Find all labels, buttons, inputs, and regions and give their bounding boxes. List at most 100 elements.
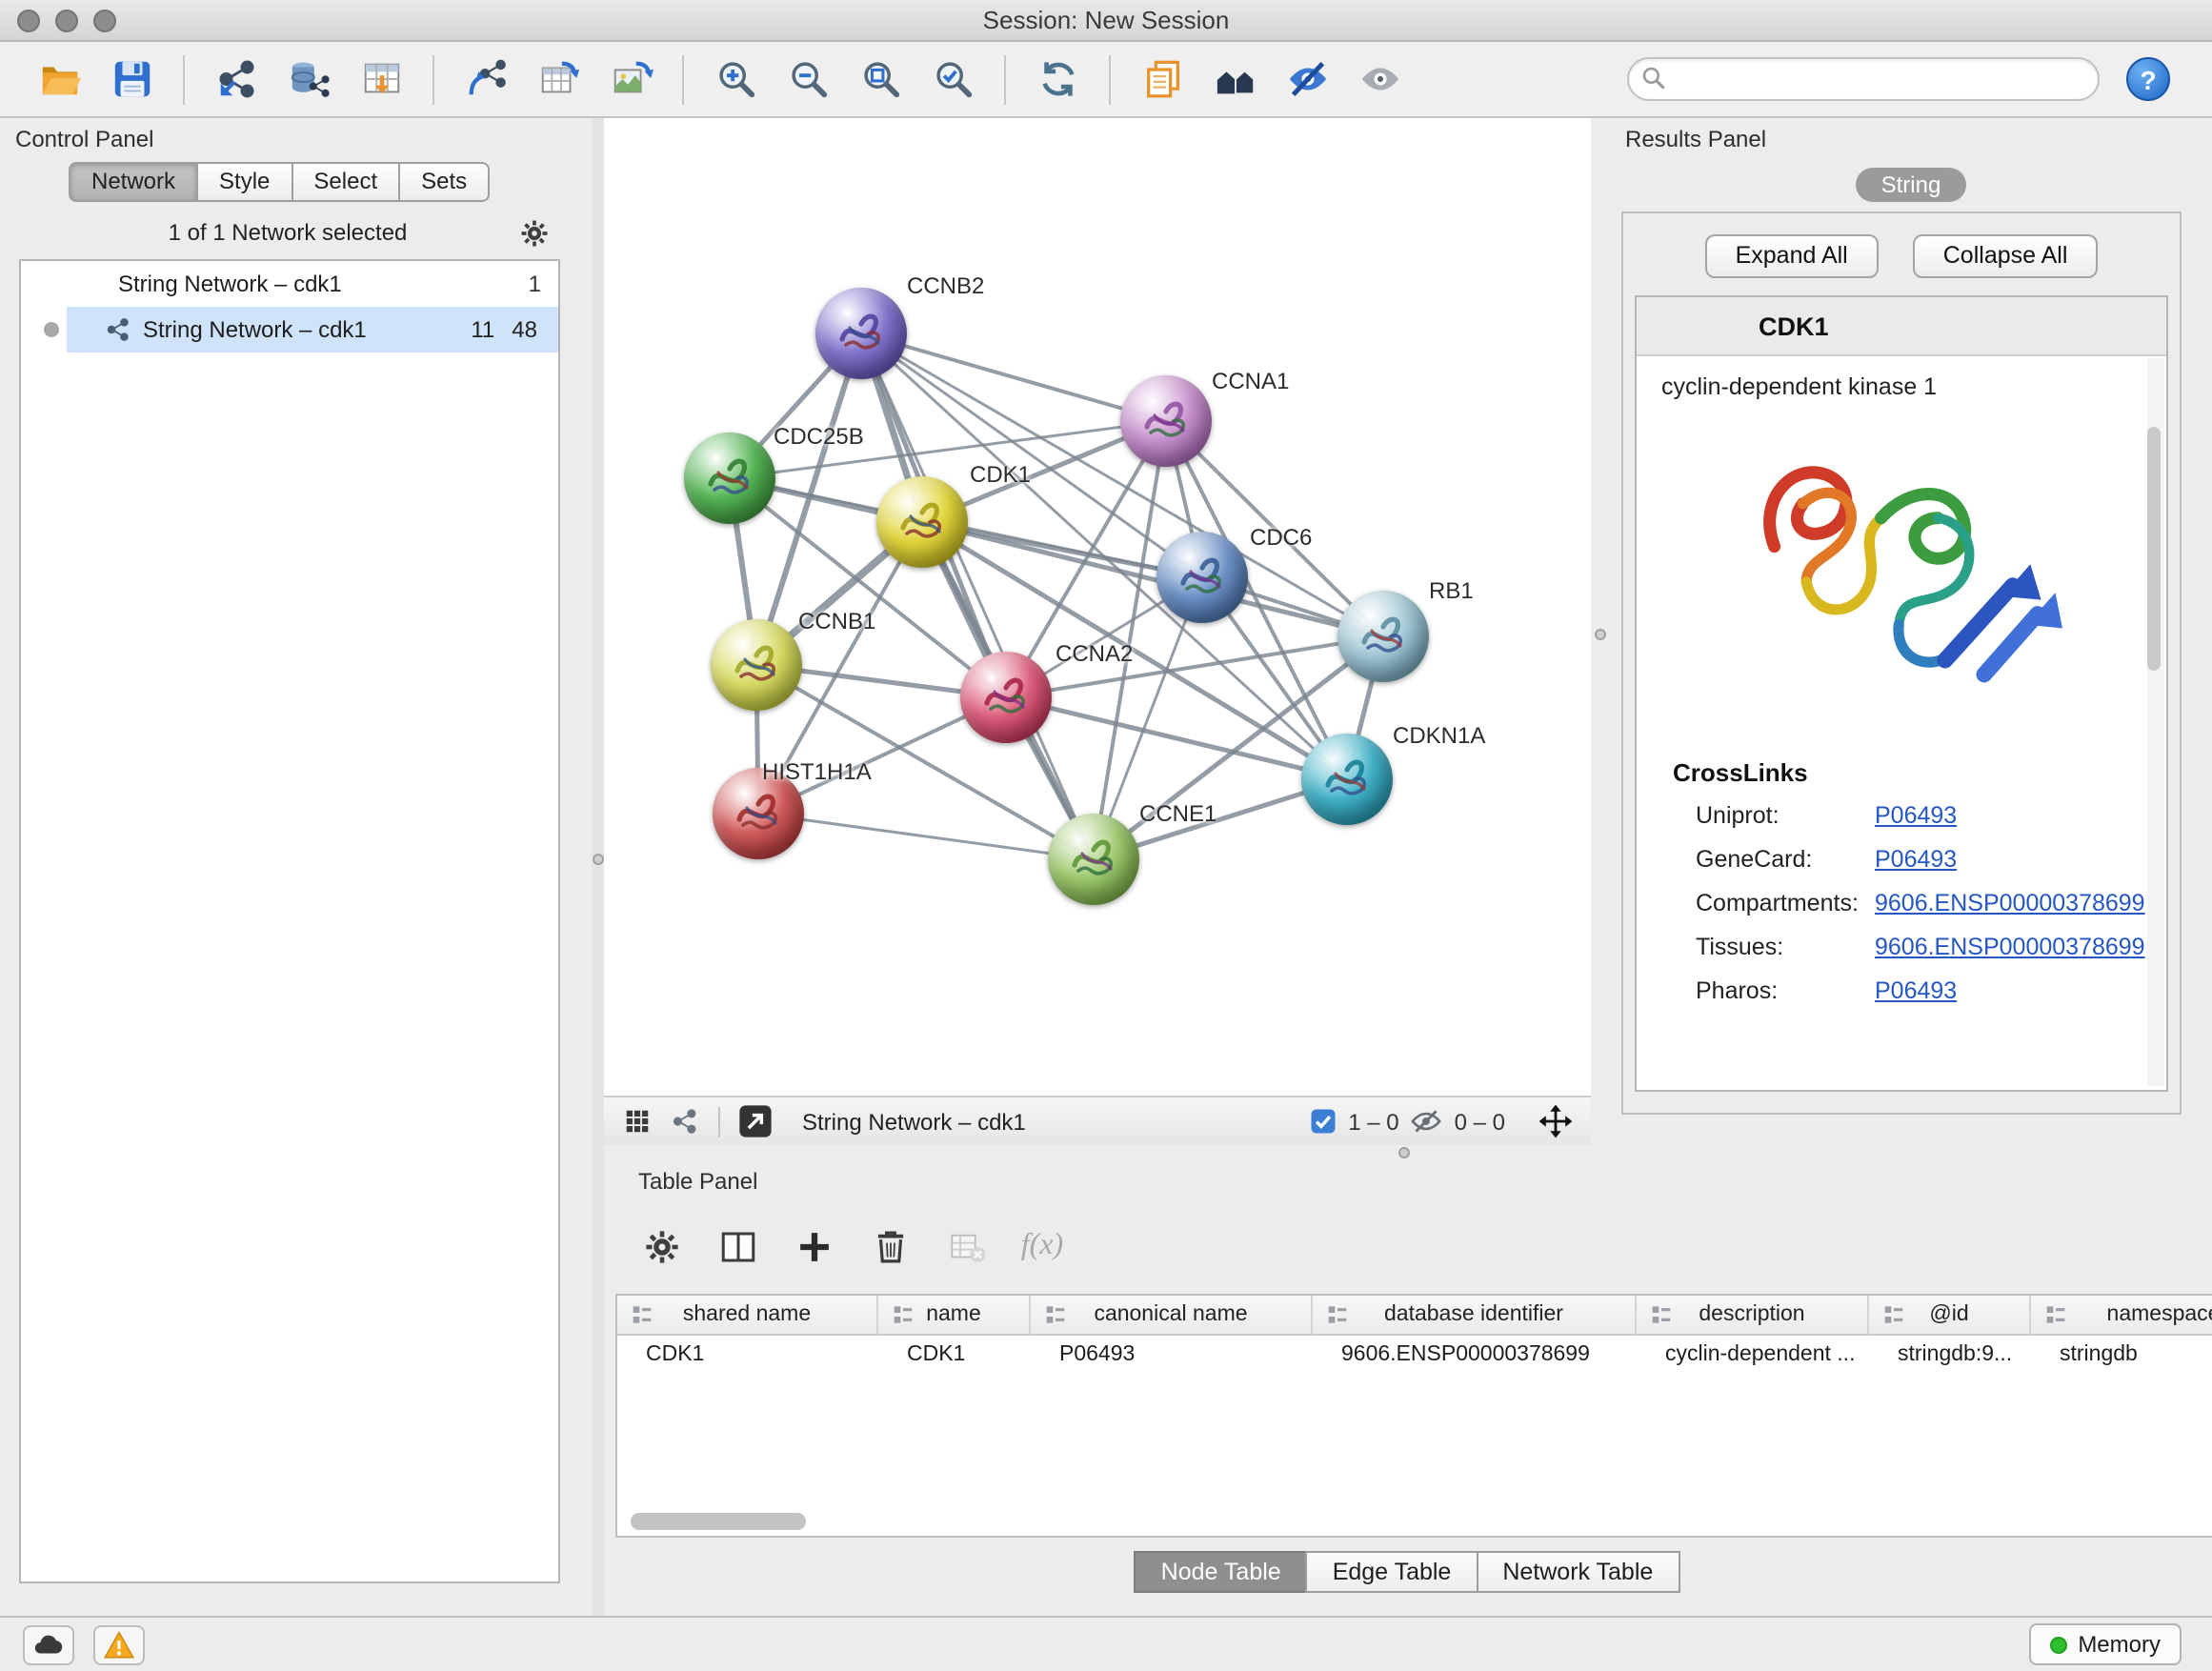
table-settings-gear-icon[interactable] <box>638 1223 684 1269</box>
tab-style[interactable]: Style <box>198 162 292 202</box>
left-splitter[interactable] <box>593 118 604 1616</box>
node-label-hist1h1a: HIST1H1A <box>762 758 872 785</box>
export-table-button[interactable] <box>528 49 589 110</box>
hidden-eye-icon[interactable] <box>1411 1105 1443 1137</box>
scrollbar-thumb[interactable] <box>631 1513 806 1530</box>
column-header-shared-name[interactable]: shared name <box>617 1296 878 1336</box>
gene-entry-header[interactable]: CDK1 <box>1637 297 2166 356</box>
column-label: shared name <box>683 1303 811 1326</box>
table-cell[interactable]: 9606.ENSP00000378699 <box>1313 1336 1637 1374</box>
zoom-window-button[interactable] <box>93 9 116 31</box>
tab-select[interactable]: Select <box>292 162 400 202</box>
search-input[interactable] <box>1627 57 2100 101</box>
tab-network[interactable]: Network <box>69 162 198 202</box>
tab-sets[interactable]: Sets <box>400 162 490 202</box>
network-node-cdk1[interactable] <box>876 476 968 568</box>
tab-string[interactable]: String <box>1857 168 1966 202</box>
help-button[interactable]: ? <box>2126 57 2170 101</box>
network-node-cdc25b[interactable] <box>684 433 775 524</box>
network-row-selected[interactable]: String Network – cdk1 11 48 <box>67 307 558 352</box>
copy-document-button[interactable] <box>1132 49 1193 110</box>
column-type-icon <box>1650 1303 1673 1326</box>
detach-view-icon[interactable] <box>735 1103 775 1139</box>
table-horizontal-scrollbar[interactable] <box>623 1513 806 1530</box>
network-row[interactable]: String Network – cdk1 11 48 <box>21 307 558 352</box>
show-all-button[interactable] <box>1349 49 1410 110</box>
network-edge[interactable] <box>922 522 1383 636</box>
import-network-database-button[interactable] <box>278 49 339 110</box>
network-collection-row[interactable]: String Network – cdk1 1 <box>21 261 558 307</box>
network-canvas[interactable]: CCNB2CCNA1CDC25BCDK1CDC6RB1CCNB1CCNA2CDK… <box>604 118 1591 1096</box>
network-node-cdc6[interactable] <box>1156 532 1248 623</box>
table-cell[interactable]: cyclin-dependent ... <box>1637 1336 1869 1374</box>
table-cell[interactable]: CDK1 <box>878 1336 1031 1374</box>
table-cell[interactable]: P06493 <box>1031 1336 1313 1374</box>
delete-column-icon[interactable] <box>867 1223 913 1269</box>
grid-view-icon[interactable] <box>623 1107 652 1136</box>
splitter-handle[interactable] <box>1398 1147 1410 1158</box>
crosslink-label: Pharos: <box>1696 976 1875 1003</box>
tab-node-table[interactable]: Node Table <box>1135 1551 1308 1593</box>
right-splitter[interactable] <box>1591 118 1610 1145</box>
table-cell[interactable]: stringdb <box>2031 1336 2212 1374</box>
crosslink-link[interactable]: P06493 <box>1875 845 1957 872</box>
first-neighbors-button[interactable] <box>1204 49 1265 110</box>
column-header-database-identifier[interactable]: database identifier <box>1313 1296 1637 1336</box>
network-node-ccna2[interactable] <box>960 652 1052 743</box>
network-options-gear-icon[interactable] <box>518 216 551 249</box>
tab-network-table[interactable]: Network Table <box>1476 1551 1679 1593</box>
warnings-button[interactable] <box>93 1624 145 1664</box>
cloud-status-button[interactable] <box>23 1624 74 1664</box>
network-node-ccna1[interactable] <box>1120 375 1212 467</box>
column-header-@id[interactable]: @id <box>1869 1296 2031 1336</box>
export-image-button[interactable] <box>600 49 661 110</box>
collapse-all-button[interactable]: Collapse All <box>1913 234 2099 278</box>
crosslink-link[interactable]: 9606.ENSP00000378699 <box>1875 933 2145 959</box>
splitter-handle[interactable] <box>1595 629 1606 640</box>
expand-all-button[interactable]: Expand All <box>1705 234 1879 278</box>
add-column-icon[interactable] <box>791 1223 836 1269</box>
table-cell[interactable]: stringdb:9... <box>1869 1336 2031 1374</box>
network-edge[interactable] <box>758 814 1094 859</box>
network-edge[interactable] <box>861 333 1094 859</box>
network-node-ccnb1[interactable] <box>711 619 802 711</box>
hide-selected-button[interactable] <box>1277 49 1337 110</box>
table-cell[interactable]: CDK1 <box>617 1336 878 1374</box>
status-bar: Memory <box>0 1616 2212 1671</box>
import-table-button[interactable] <box>351 49 412 110</box>
results-scrollbar-thumb[interactable] <box>2147 427 2161 671</box>
crosslink-link[interactable]: P06493 <box>1875 976 1957 1003</box>
results-scrollbar[interactable] <box>2147 358 2164 1086</box>
network-node-cdkn1a[interactable] <box>1301 734 1393 825</box>
crosslink-link[interactable]: 9606.ENSP00000378699 <box>1875 889 2145 916</box>
minimize-window-button[interactable] <box>55 9 78 31</box>
column-header-description[interactable]: description <box>1637 1296 1869 1336</box>
protein-structure-image <box>1637 408 2166 728</box>
network-overview-icon[interactable] <box>671 1107 699 1136</box>
show-columns-icon[interactable] <box>714 1223 760 1269</box>
zoom-selected-button[interactable] <box>922 49 983 110</box>
close-window-button[interactable] <box>17 9 40 31</box>
tab-edge-table[interactable]: Edge Table <box>1306 1551 1478 1593</box>
zoom-out-button[interactable] <box>777 49 838 110</box>
zoom-fit-button[interactable] <box>850 49 911 110</box>
selected-checkbox-icon[interactable] <box>1308 1107 1337 1136</box>
memory-button[interactable]: Memory <box>2028 1623 2182 1665</box>
refresh-button[interactable] <box>1027 49 1088 110</box>
network-node-rb1[interactable] <box>1337 591 1429 682</box>
zoom-in-button[interactable] <box>705 49 766 110</box>
column-header-namespace[interactable]: namespace <box>2031 1296 2212 1336</box>
network-node-ccnb2[interactable] <box>815 288 907 379</box>
pan-icon[interactable] <box>1539 1105 1572 1137</box>
new-network-from-selection-button[interactable] <box>455 49 516 110</box>
horizontal-splitter[interactable] <box>604 1145 2212 1160</box>
column-header-canonical-name[interactable]: canonical name <box>1031 1296 1313 1336</box>
save-session-button[interactable] <box>101 49 162 110</box>
table-row[interactable]: CDK1CDK1P064939606.ENSP00000378699cyclin… <box>617 1336 2212 1374</box>
network-node-ccne1[interactable] <box>1048 814 1139 905</box>
import-network-file-button[interactable] <box>206 49 267 110</box>
splitter-handle[interactable] <box>593 854 604 865</box>
column-header-name[interactable]: name <box>878 1296 1031 1336</box>
crosslink-link[interactable]: P06493 <box>1875 801 1957 828</box>
open-session-button[interactable] <box>29 49 90 110</box>
